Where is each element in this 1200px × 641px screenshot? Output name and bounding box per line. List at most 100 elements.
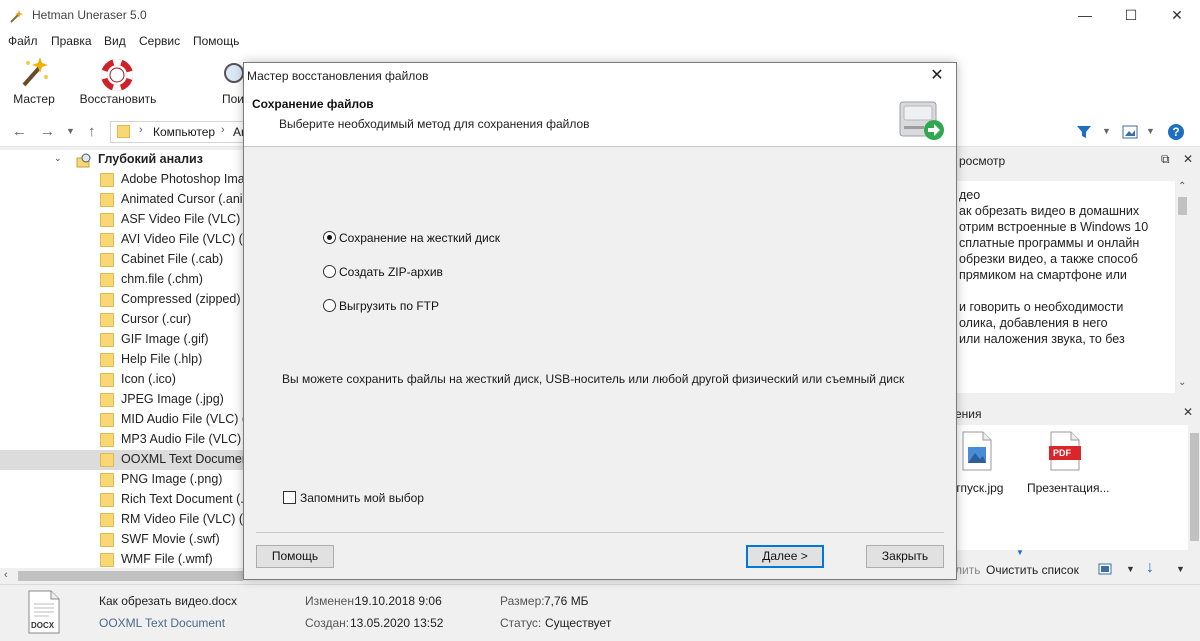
remember-choice[interactable]: Запомнить мой выбор bbox=[283, 490, 483, 506]
view-dropdown-icon[interactable]: ▼ bbox=[1126, 564, 1135, 574]
sort-icon[interactable]: ↓ bbox=[1146, 559, 1154, 577]
menu-file[interactable]: Файл bbox=[8, 34, 38, 48]
tree-item-label: Compressed (zipped) F bbox=[121, 292, 243, 306]
radio-hard-drive[interactable] bbox=[323, 231, 336, 244]
tree-item[interactable]: SWF Movie (.swf) bbox=[0, 530, 243, 550]
status-value: Существует bbox=[545, 616, 612, 630]
recovery-list-title: ения bbox=[955, 407, 982, 421]
tree-item[interactable]: JPEG Image (.jpg) bbox=[0, 390, 243, 410]
maximize-button[interactable]: ☐ bbox=[1108, 0, 1154, 31]
expand-chevron-icon[interactable]: ⌄ bbox=[54, 153, 62, 164]
folder-icon bbox=[100, 233, 114, 247]
dialog-title-bar: Мастер восстановления файлов ✕ bbox=[244, 63, 956, 88]
scroll-up-icon[interactable]: ⌃ bbox=[1178, 181, 1186, 192]
menu-edit[interactable]: Правка bbox=[51, 34, 92, 48]
filter-dropdown-icon[interactable]: ▼ bbox=[1102, 126, 1111, 136]
tree-root[interactable]: ⌄ Глубокий анализ bbox=[0, 150, 243, 170]
folder-icon bbox=[100, 533, 114, 547]
tree-item[interactable]: MID Audio File (VLC) (. bbox=[0, 410, 243, 430]
recovery-file-pdf[interactable]: PDF Презентация... bbox=[1025, 425, 1115, 500]
panel-close-icon[interactable]: ✕ bbox=[1183, 405, 1193, 419]
tree-horizontal-scrollbar[interactable]: ‹ bbox=[0, 568, 243, 584]
recovery-scrollbar[interactable] bbox=[1188, 425, 1200, 550]
magnifier-icon bbox=[224, 63, 244, 83]
back-icon[interactable]: ← bbox=[12, 123, 27, 140]
tree-item[interactable]: Icon (.ico) bbox=[0, 370, 243, 390]
scroll-left-icon[interactable]: ‹ bbox=[4, 569, 8, 581]
tree-item-label: MP3 Audio File (VLC) (. bbox=[121, 432, 243, 446]
tree-item[interactable]: RM Video File (VLC) (.r bbox=[0, 510, 243, 530]
view-dropdown-icon[interactable]: ▼ bbox=[1146, 126, 1155, 136]
breadcrumb-computer[interactable]: Компьютер bbox=[153, 125, 215, 139]
preview-text-area: део ак обрезать видео в домашних отрим вст… bbox=[955, 181, 1190, 393]
tree-item[interactable]: WMF File (.wmf) bbox=[0, 550, 243, 568]
scroll-thumb[interactable] bbox=[1190, 433, 1199, 541]
close-window-button[interactable]: ✕ bbox=[1154, 0, 1200, 31]
address-input[interactable]: › Компьютер › Ar bbox=[110, 121, 250, 143]
folder-icon bbox=[100, 333, 114, 347]
menu-help[interactable]: Помощь bbox=[193, 34, 239, 48]
tree-item[interactable]: Adobe Photoshop Imag bbox=[0, 170, 243, 190]
history-chevron-icon[interactable]: ▼ bbox=[66, 126, 75, 136]
tree-item[interactable]: Cursor (.cur) bbox=[0, 310, 243, 330]
tree-item-label: WMF File (.wmf) bbox=[121, 552, 213, 566]
restore-label: Восстановить bbox=[79, 92, 157, 106]
recovery-file-jpg[interactable]: тпуск.jpg bbox=[955, 425, 1035, 500]
tree-item[interactable]: Animated Cursor (.ani) bbox=[0, 190, 243, 210]
folder-icon bbox=[100, 353, 114, 367]
tree-item-label: Adobe Photoshop Imag bbox=[121, 172, 243, 186]
scroll-thumb[interactable] bbox=[18, 571, 243, 581]
created-value: 13.05.2020 13:52 bbox=[350, 616, 444, 630]
tree-item[interactable]: OOXML Text Documen bbox=[0, 450, 243, 470]
tree-item[interactable]: Cabinet File (.cab) bbox=[0, 250, 243, 270]
tree-item[interactable]: chm.file (.chm) bbox=[0, 270, 243, 290]
tree-item[interactable]: PNG Image (.png) bbox=[0, 470, 243, 490]
help-button[interactable]: Помощь bbox=[256, 545, 334, 568]
folder-icon bbox=[100, 433, 114, 447]
restore-button[interactable]: Восстановить bbox=[78, 55, 158, 113]
wizard-button[interactable]: Мастер bbox=[10, 55, 58, 113]
tree-item[interactable]: GIF Image (.gif) bbox=[0, 330, 243, 350]
filter-icon[interactable] bbox=[1076, 124, 1092, 140]
panel-close-icon[interactable]: ✕ bbox=[1183, 152, 1193, 166]
tree-item[interactable]: Rich Text Document (.r bbox=[0, 490, 243, 510]
preview-vertical-scrollbar[interactable]: ⌃ ⌄ bbox=[1175, 181, 1190, 393]
tree-item-label: chm.file (.chm) bbox=[121, 272, 203, 286]
tree-item-label: MID Audio File (VLC) (. bbox=[121, 412, 243, 426]
help-icon[interactable]: ? bbox=[1167, 123, 1185, 141]
chevron-down-icon[interactable]: ▼ bbox=[1016, 548, 1024, 557]
next-button[interactable]: Далее > bbox=[746, 545, 824, 568]
tree-item[interactable]: MP3 Audio File (VLC) (. bbox=[0, 430, 243, 450]
remember-checkbox[interactable] bbox=[283, 491, 296, 504]
dialog-close-button[interactable]: ✕ bbox=[922, 63, 952, 88]
delete-button[interactable]: лить bbox=[955, 563, 980, 577]
tree-item[interactable]: Compressed (zipped) F bbox=[0, 290, 243, 310]
menu-service[interactable]: Сервис bbox=[139, 34, 180, 48]
app-logo-icon bbox=[10, 10, 23, 23]
scroll-thumb[interactable] bbox=[1178, 197, 1187, 215]
undock-icon[interactable]: ⧉ bbox=[1161, 152, 1170, 167]
tree-item-label: ASF Video File (VLC) (.a bbox=[121, 212, 243, 226]
radio-zip[interactable] bbox=[323, 265, 336, 278]
preview-title: росмотр bbox=[959, 154, 1006, 168]
view-mode-icon[interactable] bbox=[1122, 124, 1138, 140]
sort-dropdown-icon[interactable]: ▼ bbox=[1176, 564, 1185, 574]
close-button[interactable]: Закрыть bbox=[866, 545, 944, 568]
view-icon[interactable] bbox=[1098, 562, 1112, 576]
tree-item[interactable]: Help File (.hlp) bbox=[0, 350, 243, 370]
menu-view[interactable]: Вид bbox=[104, 34, 126, 48]
clear-list-button[interactable]: Очистить список bbox=[986, 563, 1079, 577]
radio-ftp[interactable] bbox=[323, 299, 336, 312]
recovery-toolbar: ▼ лить Очистить список ▼ ↓ ▼ bbox=[955, 548, 1200, 584]
search-button[interactable]: Пои bbox=[218, 55, 244, 113]
up-icon[interactable]: ↑ bbox=[88, 123, 96, 140]
folder-icon bbox=[100, 273, 114, 287]
forward-icon[interactable]: → bbox=[40, 123, 55, 140]
folder-icon bbox=[100, 453, 114, 467]
tree-item[interactable]: AVI Video File (VLC) (.a bbox=[0, 230, 243, 250]
option-label: Выгрузить по FTP bbox=[339, 299, 440, 313]
scroll-down-icon[interactable]: ⌄ bbox=[1178, 377, 1186, 388]
tree-item[interactable]: ASF Video File (VLC) (.a bbox=[0, 210, 243, 230]
tree-item-label: JPEG Image (.jpg) bbox=[121, 392, 224, 406]
minimize-button[interactable]: — bbox=[1062, 0, 1108, 31]
